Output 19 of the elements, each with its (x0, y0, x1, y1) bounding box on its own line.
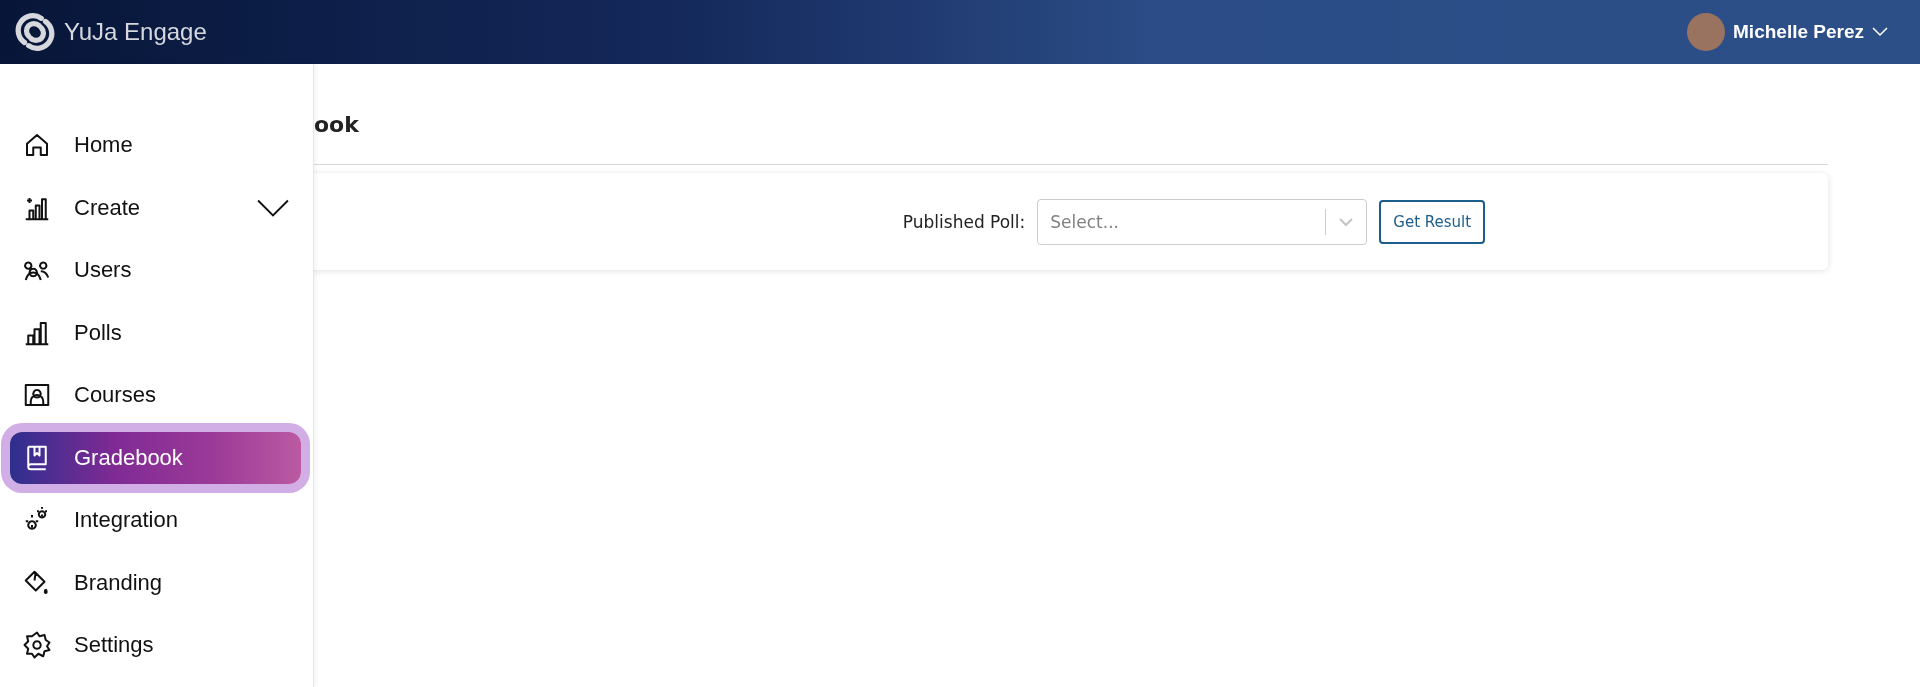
get-result-button[interactable]: Get Result (1379, 199, 1486, 244)
user-menu[interactable]: Michelle Perez (1687, 13, 1888, 51)
caret-icon (1338, 216, 1355, 227)
sidebar-item[interactable]: Create (10, 181, 301, 234)
sidebar-item[interactable]: Home (10, 119, 301, 171)
sidebar-item[interactable]: Branding (10, 556, 301, 609)
sidebar-item[interactable]: Settings (10, 619, 301, 671)
sidebar-item[interactable]: Polls (10, 306, 301, 359)
poll-select[interactable]: Select... (1037, 198, 1368, 245)
menu-icon (22, 630, 52, 660)
published-poll-label: Published Poll: (902, 211, 1026, 232)
brand-name: YuJa Engage (64, 18, 207, 46)
avatar-placeholder (1687, 13, 1726, 51)
logo-icon (14, 11, 56, 53)
sidebar-item[interactable]: Users (10, 244, 301, 296)
page-title: ook (314, 112, 360, 139)
sidebar-item[interactable]: Integration (10, 494, 301, 546)
sidebar-item[interactable]: Courses (10, 369, 301, 421)
caret-icon (1872, 27, 1888, 37)
